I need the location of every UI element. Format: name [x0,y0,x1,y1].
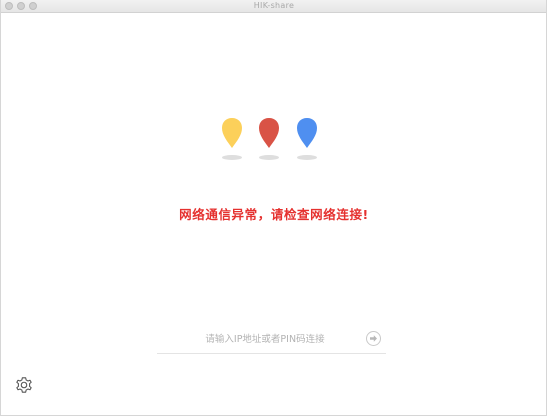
connect-button[interactable] [366,331,381,346]
settings-button[interactable] [14,375,34,395]
pin-shadow [297,155,317,160]
app-window: HIK-share 网络通信异常，请检查网络连接! [0,0,547,416]
blue-pin-icon [297,118,317,148]
window-title: HIK-share [253,1,295,10]
pin-shadow [259,155,279,160]
arrow-right-icon [370,335,377,342]
yellow-pin-icon [222,118,242,148]
network-error-message: 网络通信异常，请检查网络连接! [179,207,369,222]
connect-bar [157,327,386,354]
status-illustration [221,118,321,163]
title-bar[interactable]: HIK-share [1,0,546,13]
gear-icon [16,377,32,393]
ip-pin-input[interactable] [157,329,357,349]
pin-shadow [222,155,242,160]
red-pin-icon [259,118,279,148]
